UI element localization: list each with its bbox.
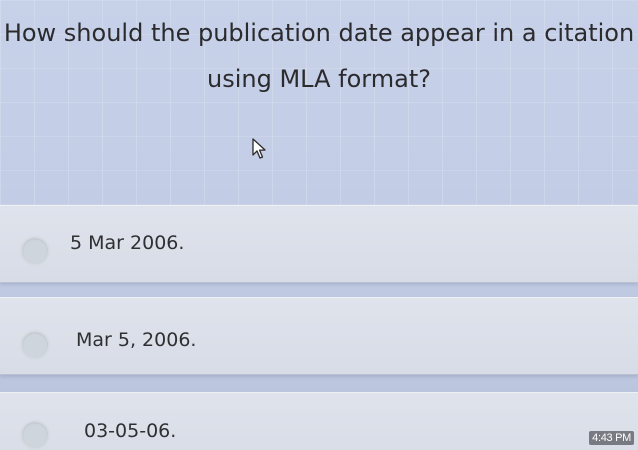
radio-button[interactable] xyxy=(20,330,50,360)
mouse-pointer-icon xyxy=(252,138,266,159)
question-text: How should the publication date appear i… xyxy=(0,10,638,102)
question-line-2: using MLA format? xyxy=(207,65,431,93)
answer-option-2[interactable]: Mar 5, 2006. xyxy=(0,297,638,375)
radio-button[interactable] xyxy=(20,420,50,450)
taskbar-clock: 4:43 PM xyxy=(589,431,634,445)
answer-option-1[interactable]: 5 Mar 2006. xyxy=(0,205,638,283)
answer-option-label: Mar 5, 2006. xyxy=(76,329,197,351)
radio-button[interactable] xyxy=(20,236,50,266)
answer-option-label: 03-05-06. xyxy=(84,420,177,442)
question-line-1: How should the publication date appear i… xyxy=(3,19,635,47)
answer-option-3[interactable]: 03-05-06. xyxy=(0,392,638,450)
answer-option-label: 5 Mar 2006. xyxy=(70,232,185,254)
